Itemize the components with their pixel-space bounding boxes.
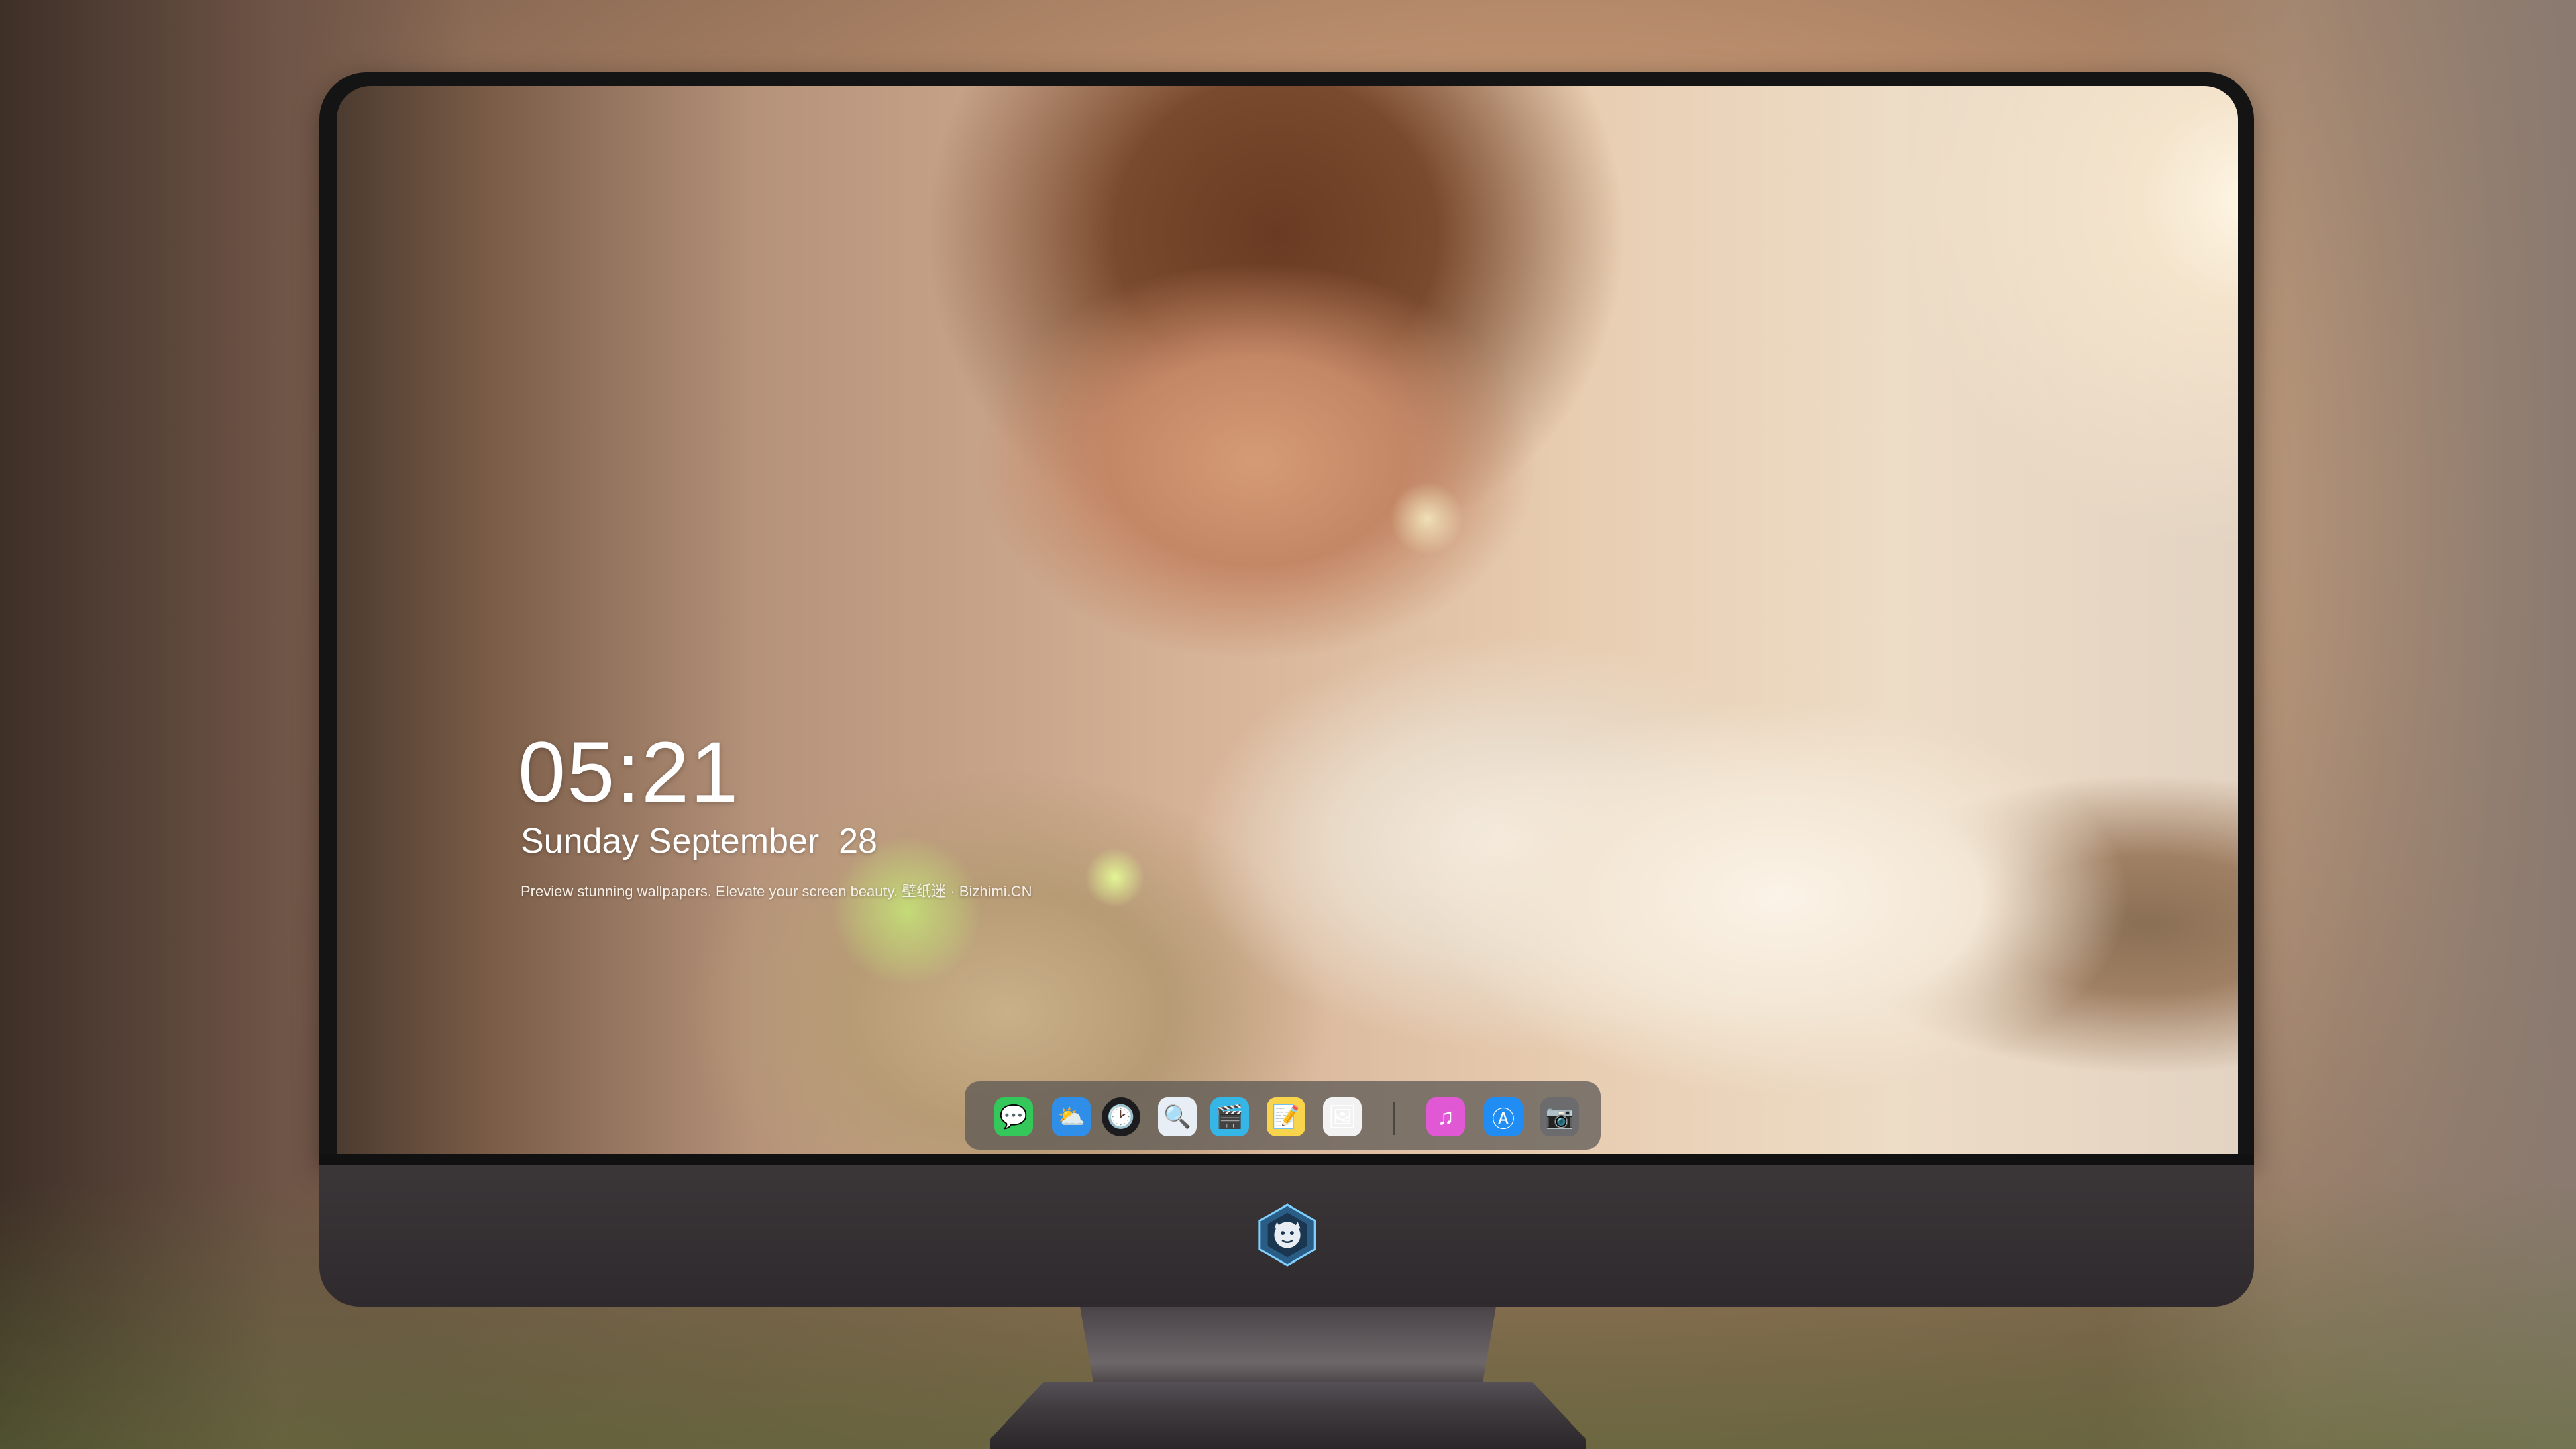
- lock-clock: 05:21: [518, 724, 740, 820]
- clapperboard-glyph: 🎬: [1215, 1104, 1244, 1130]
- weather-glyph: ⛅: [1057, 1104, 1086, 1130]
- desktop-scene: 05:21 Sunday September 28 Preview stunni…: [0, 0, 2576, 1449]
- music-note-glyph: ♫: [1437, 1104, 1454, 1130]
- monitor-stand-base: [990, 1382, 1586, 1449]
- messages-icon[interactable]: 💬: [994, 1097, 1033, 1136]
- monitor-bezel-bottom: [319, 1154, 2254, 1165]
- app-store-icon[interactable]: Ⓐ: [1484, 1097, 1523, 1136]
- lock-date: Sunday September 28: [521, 822, 877, 861]
- notes-icon[interactable]: 📝: [1267, 1097, 1305, 1136]
- dragon-crest-logo: [1258, 1203, 1316, 1267]
- clock-glyph: 🕑: [1106, 1104, 1136, 1130]
- clapperboard-icon[interactable]: 🎬: [1210, 1097, 1249, 1136]
- photo-grid-icon[interactable]: 🖼: [1323, 1097, 1362, 1136]
- dock: 💬 ⛅ 🕑 🔍 🎬 📝 🖼 ♫ Ⓐ 📷: [965, 1081, 1601, 1150]
- dock-separator: [1393, 1102, 1395, 1135]
- camera-glyph: 📷: [1545, 1104, 1574, 1130]
- notes-glyph: 📝: [1271, 1104, 1301, 1130]
- camera-icon[interactable]: 📷: [1540, 1097, 1579, 1136]
- preview-icon[interactable]: 🔍: [1158, 1097, 1197, 1136]
- photo-grid-glyph: 🖼: [1328, 1104, 1357, 1130]
- lens-flare: [1085, 847, 1145, 908]
- messages-glyph: 💬: [999, 1104, 1028, 1130]
- weather-icon[interactable]: ⛅: [1052, 1097, 1091, 1136]
- preview-glyph: 🔍: [1163, 1104, 1192, 1130]
- lens-flare: [1390, 482, 1464, 555]
- app-store-glyph: Ⓐ: [1492, 1106, 1515, 1132]
- wallpaper-tagline: Preview stunning wallpapers. Elevate you…: [521, 883, 1032, 900]
- clock-icon[interactable]: 🕑: [1102, 1097, 1140, 1136]
- lock-screen[interactable]: 05:21 Sunday September 28 Preview stunni…: [337, 86, 2238, 1154]
- music-note-icon[interactable]: ♫: [1426, 1097, 1465, 1136]
